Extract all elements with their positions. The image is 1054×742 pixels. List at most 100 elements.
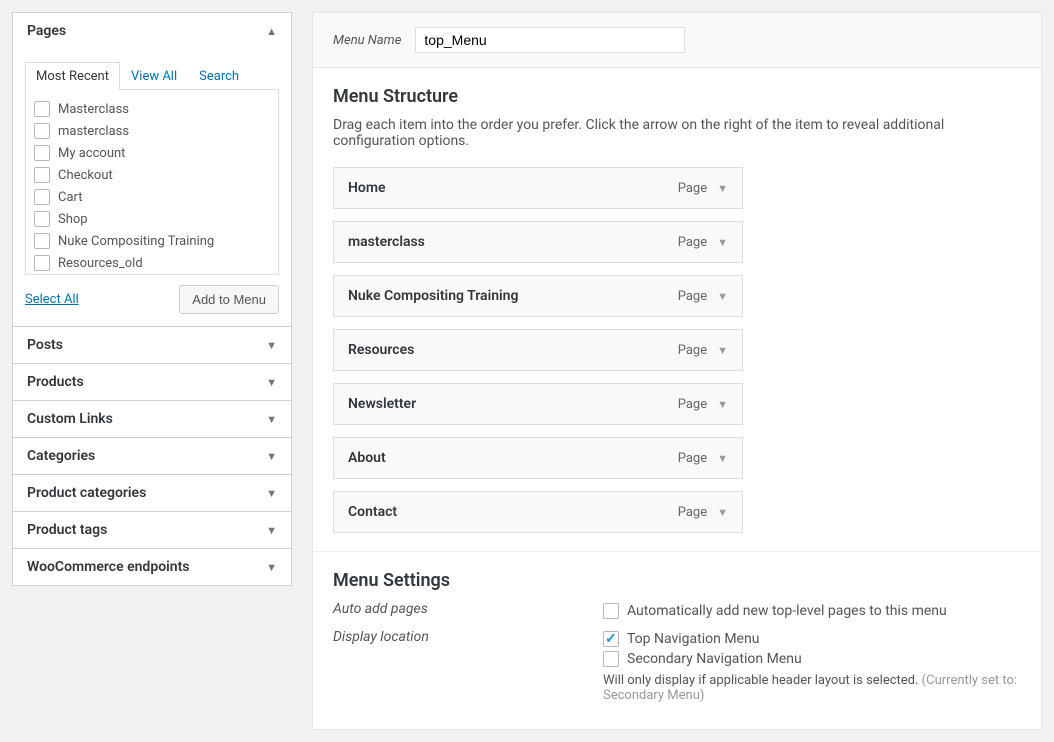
page-checkbox[interactable]	[34, 167, 50, 183]
auto-add-option: Automatically add new top-level pages to…	[627, 603, 947, 619]
menu-item[interactable]: About Page ▼	[333, 437, 743, 479]
secondary-nav-checkbox[interactable]	[603, 651, 619, 667]
menu-name-input[interactable]	[415, 27, 685, 53]
menu-item[interactable]: masterclass Page ▼	[333, 221, 743, 263]
page-label: Masterclass	[58, 102, 129, 117]
chevron-down-icon: ▼	[266, 413, 277, 426]
secondary-nav-label: Secondary Navigation Menu	[627, 651, 802, 667]
accordion-header[interactable]: Product tags ▼	[13, 512, 291, 548]
accordion-body-pages: Most Recent View All Search Masterclassm…	[13, 61, 291, 326]
accordion-item: Product categories ▼	[12, 474, 292, 512]
page-label: My account	[58, 146, 125, 161]
accordion-header[interactable]: Categories▼	[13, 438, 291, 474]
menu-item-type: Page	[678, 181, 707, 196]
select-all-link[interactable]: Select All	[25, 292, 79, 307]
accordion-header[interactable]: Products ▼	[13, 364, 291, 400]
menu-item-type: Page	[678, 235, 707, 250]
menu-items-list: HomePage▼masterclassPage▼Nuke Compositin…	[333, 167, 1021, 533]
chevron-down-icon: ▼	[266, 339, 277, 352]
accordion-item: Custom Links ▼	[12, 400, 292, 438]
accordion-header[interactable]: Posts ▼	[13, 327, 291, 363]
auto-add-checkbox[interactable]	[603, 603, 619, 619]
menu-item-title: About	[348, 450, 386, 466]
pages-checklist[interactable]: MasterclassmasterclassMy accountCheckout…	[25, 90, 279, 275]
page-item: Cart	[32, 186, 272, 208]
menu-item-title: Nuke Compositing Training	[348, 288, 518, 304]
accordion-item: Categories▼	[12, 437, 292, 475]
accordion-header[interactable]: Product categories ▼	[13, 475, 291, 511]
page-item: Resources_old	[32, 252, 272, 274]
chevron-down-icon: ▼	[266, 524, 277, 537]
accordion-title: Custom Links	[27, 411, 113, 427]
menu-item-type: Page	[678, 505, 707, 520]
menu-item[interactable]: Newsletter Page ▼	[333, 383, 743, 425]
menu-item[interactable]: ContactPage▼	[333, 491, 743, 533]
page-label: Checkout	[58, 168, 113, 183]
chevron-down-icon: ▼	[266, 487, 277, 500]
accordion-item: Products ▼	[12, 363, 292, 401]
accordion-pages: Pages ▲ Most Recent View All Search Mast…	[12, 12, 292, 327]
chevron-down-icon[interactable]: ▼	[717, 452, 728, 465]
auto-add-label: Auto add pages	[333, 601, 603, 617]
accordion-item: Product tags ▼	[12, 511, 292, 549]
page-item: Masterclass	[32, 98, 272, 120]
menu-item[interactable]: Home Page ▼	[333, 167, 743, 209]
accordion-header-pages[interactable]: Pages ▲	[13, 13, 291, 49]
chevron-down-icon[interactable]: ▼	[717, 344, 728, 357]
add-to-menu-button[interactable]: Add to Menu	[179, 285, 279, 314]
page-item: Checkout	[32, 164, 272, 186]
page-checkbox[interactable]	[34, 211, 50, 227]
page-checkbox[interactable]	[34, 145, 50, 161]
structure-heading: Menu Structure	[333, 86, 1021, 107]
page-checkbox[interactable]	[34, 189, 50, 205]
chevron-down-icon[interactable]: ▼	[717, 290, 728, 303]
accordion-title: WooCommerce endpoints	[27, 559, 189, 575]
menu-item[interactable]: Nuke Compositing Training Page ▼	[333, 275, 743, 317]
accordion-title: Product categories	[27, 485, 146, 501]
tab-view-all[interactable]: View All	[120, 62, 188, 90]
sidebar: Pages ▲ Most Recent View All Search Mast…	[12, 12, 292, 730]
chevron-down-icon[interactable]: ▼	[717, 398, 728, 411]
menu-item-title: Newsletter	[348, 396, 416, 412]
page-item: Nuke Compositing Training	[32, 230, 272, 252]
menu-item-title: masterclass	[348, 234, 425, 250]
chevron-down-icon[interactable]: ▼	[717, 236, 728, 249]
chevron-down-icon: ▼	[266, 561, 277, 574]
page-checkbox[interactable]	[34, 123, 50, 139]
menu-item-type: Page	[678, 289, 707, 304]
tab-search[interactable]: Search	[188, 62, 250, 90]
chevron-down-icon[interactable]: ▼	[717, 506, 728, 519]
menu-item-type: Page	[678, 451, 707, 466]
accordion-title: Product tags	[27, 522, 107, 538]
accordion-title: Pages	[27, 23, 66, 39]
menu-item-type: Page	[678, 397, 707, 412]
menu-editor: Menu Name Menu Structure Drag each item …	[312, 12, 1042, 730]
accordion-header[interactable]: WooCommerce endpoints ▼	[13, 549, 291, 585]
menu-name-row: Menu Name	[313, 13, 1041, 68]
accordion-item: Posts ▼	[12, 326, 292, 364]
menu-item[interactable]: ResourcesPage▼	[333, 329, 743, 371]
accordion-title: Posts	[27, 337, 63, 353]
chevron-down-icon: ▼	[266, 376, 277, 389]
chevron-up-icon: ▲	[266, 25, 277, 38]
page-label: Nuke Compositing Training	[58, 234, 214, 249]
page-checkbox[interactable]	[34, 233, 50, 249]
accordion-title: Categories	[27, 448, 95, 464]
accordion-item: WooCommerce endpoints ▼	[12, 548, 292, 586]
page-item: My account	[32, 142, 272, 164]
top-nav-label: Top Navigation Menu	[627, 631, 759, 647]
menu-settings-section: Menu Settings Auto add pages Automatical…	[313, 551, 1041, 729]
page-label: Resources_old	[58, 256, 143, 271]
top-nav-checkbox[interactable]	[603, 631, 619, 647]
menu-name-label: Menu Name	[333, 33, 401, 48]
pages-tabs: Most Recent View All Search	[25, 61, 279, 90]
menu-item-title: Home	[348, 180, 386, 196]
accordion-title: Products	[27, 374, 84, 390]
chevron-down-icon[interactable]: ▼	[717, 182, 728, 195]
settings-heading: Menu Settings	[333, 570, 1021, 591]
page-checkbox[interactable]	[34, 255, 50, 271]
page-checkbox[interactable]	[34, 101, 50, 117]
accordion-header[interactable]: Custom Links ▼	[13, 401, 291, 437]
page-item: Shop	[32, 208, 272, 230]
tab-most-recent[interactable]: Most Recent	[25, 62, 120, 90]
